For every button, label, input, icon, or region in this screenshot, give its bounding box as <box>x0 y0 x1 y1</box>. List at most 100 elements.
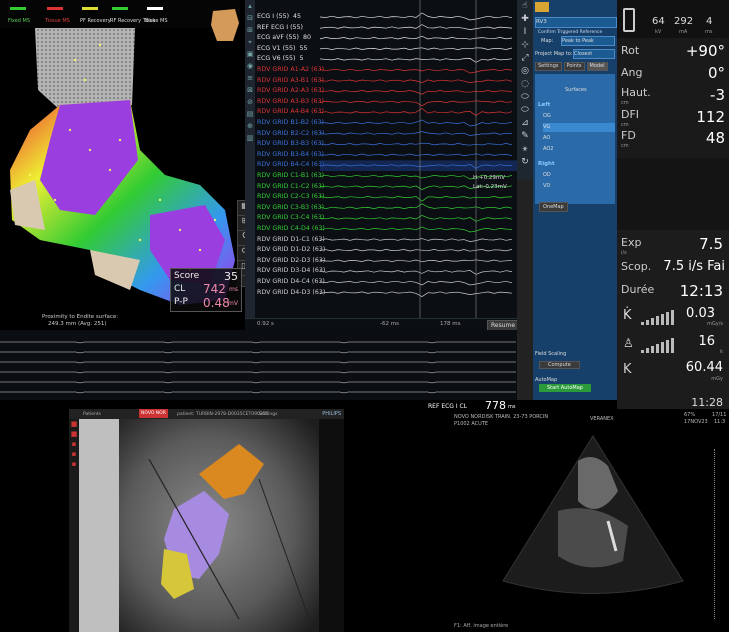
patient-icon: ♙ <box>623 336 634 350</box>
fd-row: FD cm 48 <box>621 129 725 151</box>
ecg-channel-row[interactable]: RDV GRID D4-D3 (63) <box>257 288 325 298</box>
ecg-channel-row[interactable]: RDV GRID C1-B1 (63) <box>257 171 324 181</box>
ms-unit: ms <box>705 29 713 35</box>
ms-value: 4 <box>706 16 713 27</box>
xray-dose-panel: 64 kV 292 mA 4 ms Rot +90° Ang 0° Haut. … <box>617 0 729 410</box>
ecg-channel-row[interactable]: RDV GRID C3-C4 (63) <box>257 213 324 223</box>
start-automap-button[interactable]: Start AutoMap <box>539 384 591 392</box>
ecg-channel-row[interactable]: RDV GRID D3-D4 (63) <box>257 266 325 276</box>
ecg-channel-row[interactable]: RDV GRID D1-D2 (63) <box>257 245 325 255</box>
channel-label: RDV GRID A4-B4 (63) <box>257 108 324 116</box>
fluoro-tool-icons[interactable]: ■ ■ ▪ ▪ ▪ <box>69 419 79 469</box>
caliper-right: 178 ms <box>440 321 461 327</box>
ecg-channel-row[interactable]: RDV GRID B3-B4 (63) <box>257 150 324 160</box>
ecg-channel-row[interactable]: RDV GRID A3-B1 (63) <box>257 76 324 86</box>
surface-item[interactable]: VD <box>543 182 615 191</box>
channel-label: RDV GRID C4-D4 (63) <box>257 225 325 232</box>
surfaces-button[interactable]: Surfaces <box>565 86 615 95</box>
fluoro-image[interactable] <box>79 419 344 632</box>
patient-tab[interactable]: patient: TURBIN-2978-D0035CET090251 <box>177 410 268 419</box>
tab-points[interactable]: Points <box>563 62 585 71</box>
fluoro-tools: ■ ■ ▪ ▪ ▪ <box>69 419 79 632</box>
ecg-channel-row[interactable]: RDV GRID B3-B3 (63) <box>257 139 324 149</box>
channel-label: RDV GRID D3-D4 (63) <box>257 267 326 275</box>
channel-label: RDV GRID D1-D2 (63) <box>257 246 326 254</box>
rot-label: Rot <box>621 44 640 57</box>
ecg-channel-row[interactable]: RDV GRID B4-C4 (63) <box>257 160 324 170</box>
caliper-left: -62 ms <box>380 321 399 327</box>
patients-tab[interactable]: Patients <box>83 410 101 419</box>
channel-label: RDV GRID D2-D3 (63) <box>257 256 326 264</box>
onemap-button[interactable]: OneMap <box>539 202 568 212</box>
cumulative-bar <box>641 338 674 353</box>
philips-logo: PHILIPS <box>322 411 341 417</box>
ecg-trace <box>320 90 513 95</box>
tab-model[interactable]: Model <box>586 62 608 71</box>
ultrasound-image[interactable] <box>498 431 688 601</box>
surface-item[interactable]: AO <box>543 134 615 143</box>
channel-label: RDV GRID A1-A2 (63) <box>257 66 325 73</box>
ecg-channel-row[interactable]: REF ECG I (55) <box>257 23 303 33</box>
ma-unit: mA <box>679 29 688 35</box>
surface-item-selected[interactable]: VG <box>543 123 615 132</box>
project-select[interactable]: Closest <box>573 49 615 59</box>
toolbar-icons[interactable]: ☝ ✚ I ⊹ ⤢ ◎ ◌ ⬭ ⬭ ⊿ ✎ ⚹ ↻ <box>517 0 533 169</box>
ecg-trace <box>320 259 513 263</box>
score-label: Score <box>174 271 200 281</box>
ecg-channel-row[interactable]: RDV GRID A2-A3 (63) <box>257 86 324 96</box>
fd-label: FD <box>621 129 636 142</box>
dose-rate-unit: mGy/s <box>707 321 723 327</box>
toolbar: ☝ ✚ I ⊹ ⤢ ◎ ◌ ⬭ ⬭ ⊿ ✎ ⚹ ↻ <box>517 0 533 180</box>
ref-ecg-label: REF ECG I CL <box>428 403 468 410</box>
channel-label: RDV GRID C1-B1 (63) <box>257 172 325 179</box>
dfi-row: DFI cm 112 <box>621 108 725 130</box>
ecg-channel-row[interactable]: RDV GRID D2-D3 (63) <box>257 256 325 266</box>
fd-unit: cm <box>621 143 629 149</box>
settings-tab[interactable]: Settings <box>259 410 277 419</box>
folder-icon[interactable] <box>535 2 549 12</box>
ecg-channel-row[interactable]: ECG aVF (55) 80 <box>257 33 311 43</box>
rot-value: +90° <box>685 42 725 60</box>
ecg-channel-row[interactable]: RDV GRID B2-C2 (63) <box>257 129 324 139</box>
ref-ecg-value: 778 <box>485 399 506 412</box>
ecg-channel-row[interactable]: RDV GRID D4-C4 (63) <box>257 277 325 287</box>
electro-anatomic-map-view[interactable]: Fixed MS Tissue MS PF Recovery RF Recove… <box>0 0 253 330</box>
ecg-channel-row[interactable]: RDV GRID D1-C1 (63) <box>257 235 325 245</box>
sweep-duration: 0.92 s <box>257 321 274 327</box>
ecg-channel-row[interactable]: RDV GRID C2-C3 (63) <box>257 192 324 202</box>
dose-rate-bar <box>641 310 674 325</box>
ecg-strip <box>0 330 517 400</box>
case-tab[interactable]: NOVO NOR <box>139 409 168 418</box>
echo-footer: F1: Aff. image entière <box>454 623 509 629</box>
strip-trace <box>0 351 516 354</box>
surface-item[interactable]: OD <box>543 171 615 180</box>
ecg-channel-row[interactable]: RDV GRID C1-C2 (63) <box>257 182 324 192</box>
duree-value: 12:13 <box>679 282 723 300</box>
ecg-channel-row[interactable]: ECG I (55) 45 <box>257 12 301 22</box>
haut-row: Haut. cm -3 <box>621 86 725 108</box>
field-scaling-label: Field Scaling <box>535 351 567 357</box>
surface-item[interactable]: OG <box>543 112 615 121</box>
ecg-channel-row[interactable]: RDV GRID C4-D4 (63) <box>257 224 325 234</box>
ecg-channel-row[interactable]: RDV GRID A4-B4 (63) <box>257 107 324 117</box>
ecg-trace <box>320 107 513 116</box>
torso-orientation-icon[interactable] <box>205 5 243 43</box>
channel-label: RDV GRID C2-C3 (63) <box>257 193 325 201</box>
map-type-select[interactable]: Peak to Peak <box>561 36 615 46</box>
ecg-channel-row[interactable]: RDV GRID A3-B3 (63) <box>257 97 324 107</box>
ecg-channel-row[interactable]: ECG V1 (55) 55 <box>257 44 308 54</box>
fluoroscopy-viewer: Patients NOVO NOR patient: TURBIN-2978-D… <box>69 409 344 632</box>
ecg-channel-row[interactable]: RDV GRID A1-A2 (63) <box>257 65 324 75</box>
kv-unit: kV <box>655 29 662 35</box>
channel-label: RDV GRID A2-A3 (63) <box>257 87 325 95</box>
ecg-channel-row[interactable]: RDV GRID B1-B2 (63) <box>257 118 324 128</box>
ecg-channel-row[interactable]: RDV GRID C3-B3 (63) <box>257 203 324 213</box>
dfi-unit: cm <box>621 122 629 128</box>
tab-settings[interactable]: Settings <box>535 62 562 71</box>
ecg-trace <box>320 58 513 63</box>
ecg-channel-row[interactable]: ECG V6 (55) 5 <box>257 54 304 64</box>
ecg-trace <box>320 119 513 127</box>
map-dropdown[interactable]: RV3 <box>535 17 617 28</box>
surface-item[interactable]: AO2 <box>543 145 615 154</box>
compute-button[interactable]: Compute <box>539 361 580 369</box>
